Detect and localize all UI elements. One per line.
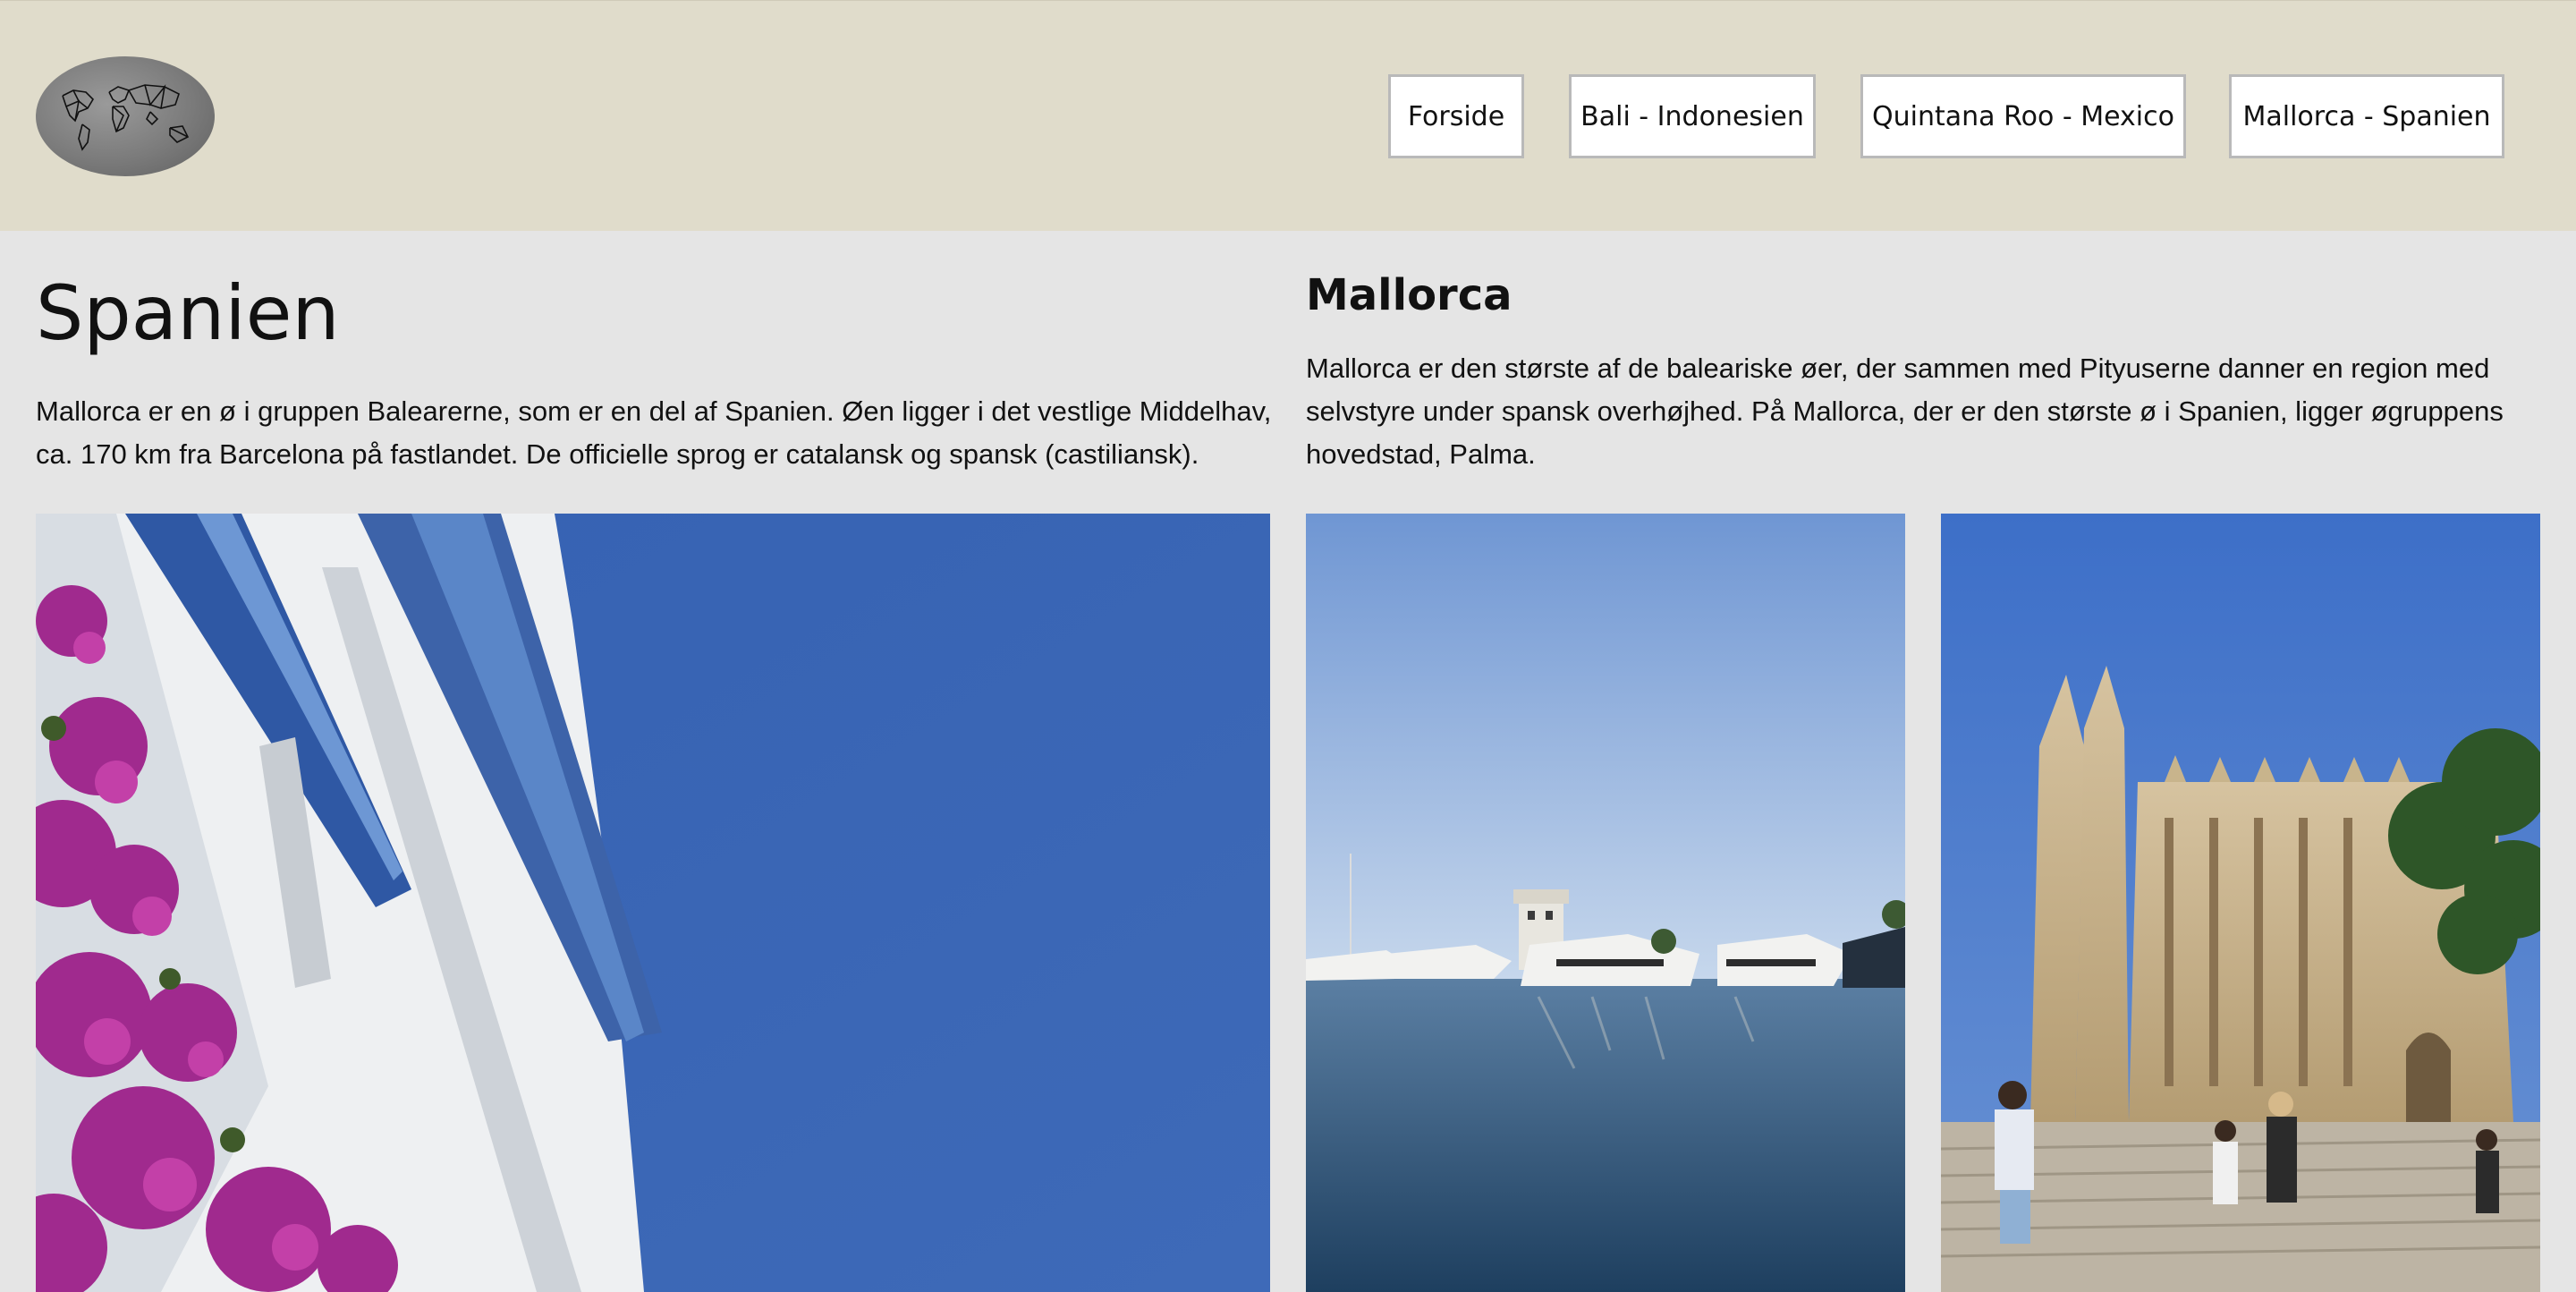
photo-palma-cathedral bbox=[1941, 514, 2540, 1292]
nav-quintana-roo-button[interactable]: Quintana Roo - Mexico bbox=[1860, 74, 2186, 158]
photo-marina-yachts bbox=[1306, 514, 1905, 1292]
nav-forside-button[interactable]: Forside bbox=[1388, 74, 1524, 158]
section-paragraph: Mallorca er den største af de baleariske… bbox=[1306, 353, 2504, 470]
site-header: Forside Bali - Indonesien Quintana Roo -… bbox=[0, 0, 2576, 231]
section-title: Mallorca bbox=[1306, 270, 1513, 320]
world-map-logo-icon[interactable] bbox=[36, 56, 215, 176]
intro-paragraph: Mallorca er en ø i gruppen Balearerne, s… bbox=[36, 395, 1272, 470]
nav-bali-button[interactable]: Bali - Indonesien bbox=[1569, 74, 1816, 158]
page-title: Spanien bbox=[36, 269, 340, 357]
photo-bougainvillea-building bbox=[36, 514, 1270, 1292]
nav-mallorca-button[interactable]: Mallorca - Spanien bbox=[2229, 74, 2504, 158]
